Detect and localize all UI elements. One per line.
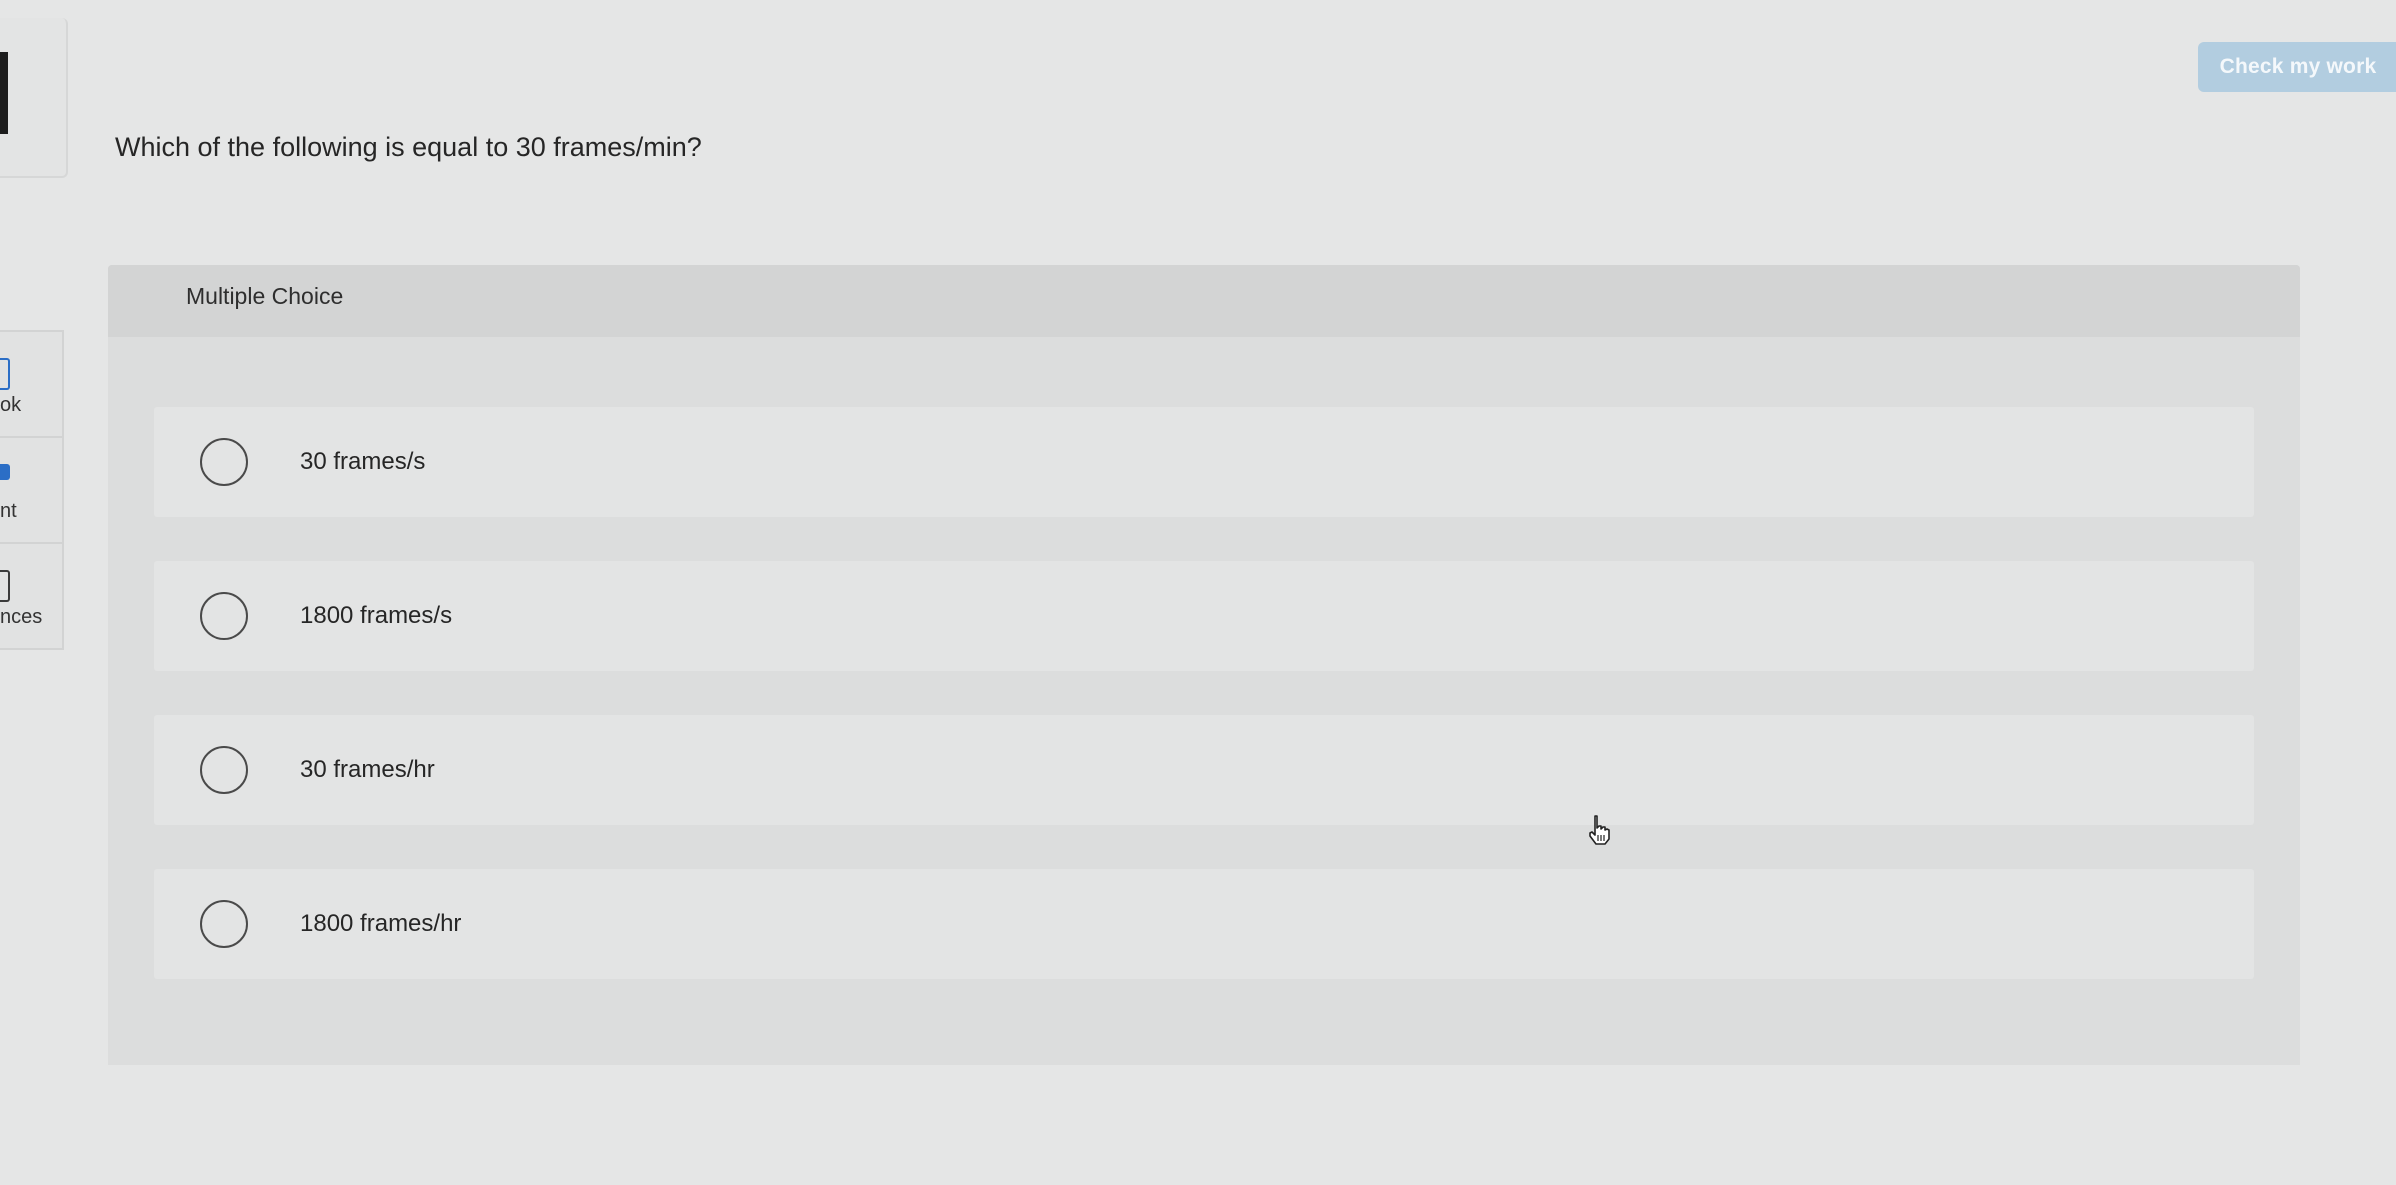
active-tab-marker (0, 52, 8, 134)
check-my-work-button[interactable]: Check my work (2198, 42, 2396, 92)
sidebar-item-label: ok (0, 394, 22, 416)
sidebar-item-label: nces (0, 606, 43, 628)
radio-button[interactable] (200, 438, 248, 486)
sidebar-item-ebook[interactable]: ok (0, 330, 64, 438)
question-type-label: Multiple Choice (186, 283, 344, 309)
radio-button[interactable] (200, 592, 248, 640)
sidebar-item-print[interactable]: nt (0, 438, 64, 544)
references-icon (0, 570, 10, 602)
sidebar-item-label: nt (0, 500, 17, 522)
answer-option-1[interactable]: 30 frames/s (154, 407, 2254, 517)
radio-button[interactable] (200, 900, 248, 948)
question-text: Which of the following is equal to 30 fr… (115, 132, 702, 162)
answer-option-label: 1800 frames/hr (300, 910, 462, 937)
side-nav: ok nt nces (0, 330, 64, 650)
book-icon (0, 358, 10, 390)
radio-button[interactable] (200, 746, 248, 794)
answer-option-label: 1800 frames/s (300, 602, 453, 629)
answer-option-label: 30 frames/s (300, 448, 426, 475)
answer-option-3[interactable]: 30 frames/hr (154, 715, 2254, 825)
print-icon (0, 464, 10, 480)
answer-option-2[interactable]: 1800 frames/s (154, 561, 2254, 671)
top-side-tab[interactable] (0, 18, 68, 178)
answer-option-4[interactable]: 1800 frames/hr (154, 869, 2254, 979)
sidebar-item-references[interactable]: nces (0, 544, 64, 650)
multiple-choice-panel: Multiple Choice 30 frames/s 1800 frames/… (108, 265, 2300, 1065)
answer-option-label: 30 frames/hr (300, 756, 435, 783)
answer-options: 30 frames/s 1800 frames/s 30 frames/hr 1… (108, 337, 2300, 1065)
hand-pointer-icon (1589, 815, 1610, 845)
